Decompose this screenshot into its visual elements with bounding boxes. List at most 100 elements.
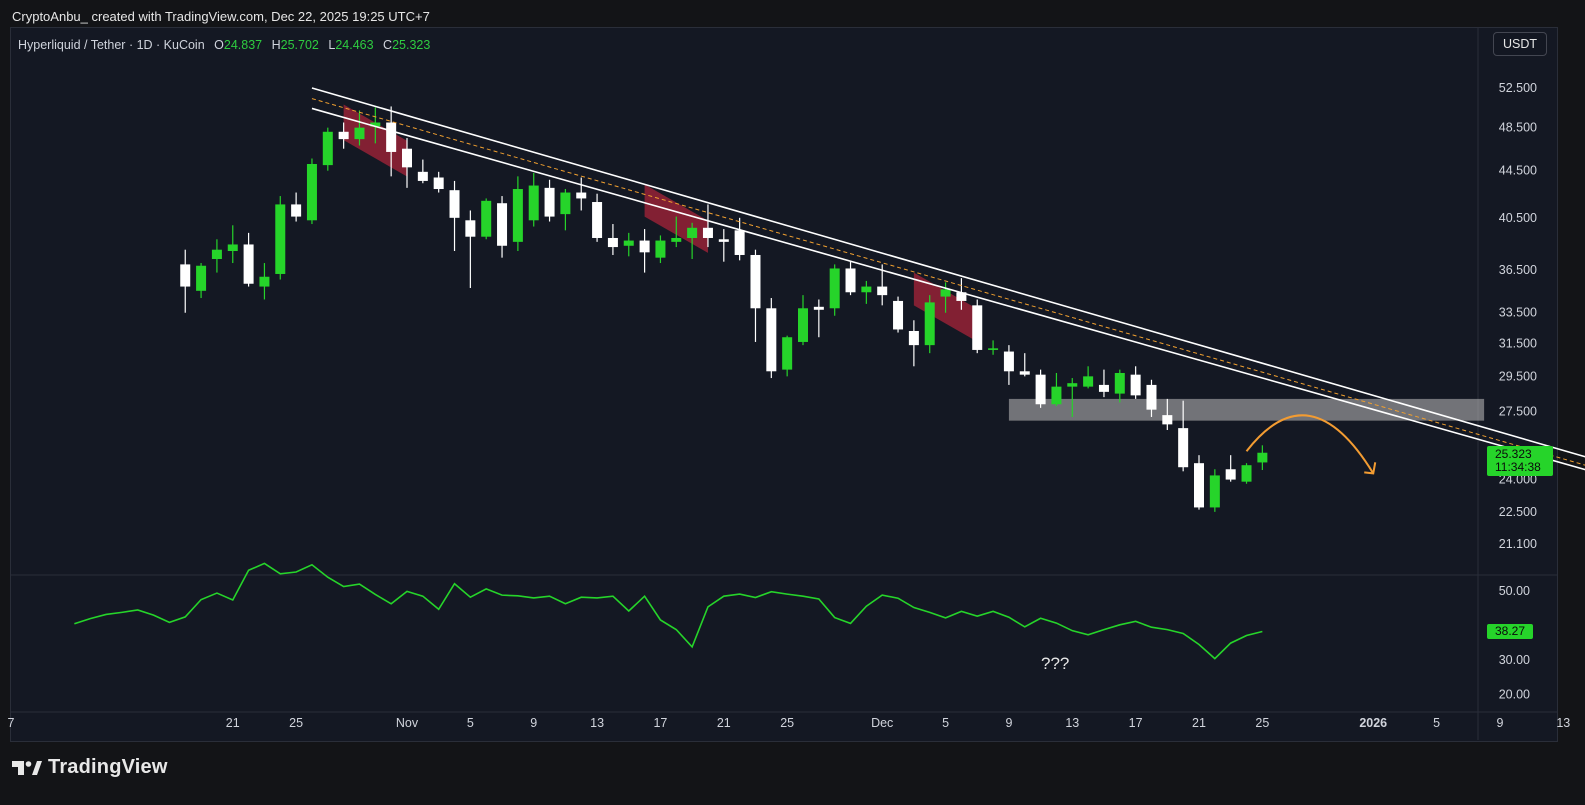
candle-body [196, 265, 207, 291]
candle-body [623, 240, 634, 246]
candle-body [322, 131, 333, 166]
time-tick-label: 25 [780, 716, 794, 730]
candle-body [1067, 383, 1078, 387]
time-tick-label: 5 [467, 716, 474, 730]
time-tick-label: 5 [1433, 716, 1440, 730]
open-value: 24.837 [223, 38, 263, 52]
price-tick-label: 36.500 [1499, 263, 1537, 277]
candle-body [687, 227, 698, 238]
candle-body [1194, 463, 1204, 508]
time-tick-label: Nov [396, 716, 419, 730]
candle-body [734, 230, 745, 255]
currency-button[interactable]: USDT [1493, 32, 1547, 56]
price-tick-label: 44.500 [1499, 164, 1537, 178]
candle-body [1257, 452, 1268, 463]
time-tick-label: 17 [1129, 716, 1143, 730]
close-value: 25.323 [392, 38, 431, 52]
time-tick-label: 13 [1556, 716, 1570, 730]
candle-body [1146, 384, 1157, 410]
candle-body [782, 337, 793, 370]
candle-body [1019, 371, 1030, 375]
candle-body [560, 192, 571, 215]
time-tick-label: 2026 [1359, 716, 1387, 730]
time-tick-label: 21 [717, 716, 731, 730]
price-tick-label: 40.500 [1499, 211, 1537, 225]
candle-body [576, 192, 587, 199]
candle-body [386, 122, 397, 152]
price-tick-label: 52.500 [1499, 81, 1537, 95]
candle-body [908, 330, 919, 346]
candle-body [1178, 428, 1189, 468]
candle [829, 264, 840, 316]
candle-body [845, 268, 856, 293]
candle-body [275, 204, 286, 274]
low-value: 24.463 [335, 38, 374, 52]
candle-body [1051, 386, 1062, 405]
rsi-value-badge: 38.27 [1487, 624, 1533, 639]
candle-body [433, 177, 444, 190]
candle [1241, 463, 1252, 484]
candle-body [893, 300, 904, 330]
candle-body [607, 237, 618, 248]
price-tick-label: 21.100 [1499, 537, 1537, 551]
annotation-question-marks: ??? [1041, 654, 1070, 673]
candle [275, 196, 286, 280]
rsi-tick-label: 50.00 [1499, 584, 1530, 598]
time-tick-label: 17 [653, 716, 667, 730]
time-tick-label: 13 [1065, 716, 1079, 730]
resistance-box [1008, 398, 1485, 421]
candle-body [766, 308, 777, 372]
candle-body [1083, 376, 1094, 387]
candle [322, 127, 333, 171]
candle-body [1209, 475, 1220, 508]
candle-body [528, 185, 539, 221]
symbol-legend: Hyperliquid / Tether · 1D · KuCoin O24.8… [18, 38, 430, 52]
time-tick-label: 21 [1192, 716, 1206, 730]
candle-body [1114, 372, 1125, 394]
tradingview-brand[interactable]: TradingView [12, 756, 168, 779]
candle-body [1162, 415, 1173, 425]
candle-body [449, 190, 460, 218]
candle-body [639, 240, 650, 253]
brand-name: TradingView [48, 756, 168, 778]
price-tick-label: 27.500 [1499, 404, 1537, 418]
time-tick-label: Dec [871, 716, 893, 730]
candle-body [702, 227, 713, 238]
candle-body [544, 187, 555, 217]
candle-body [1035, 374, 1046, 405]
price-pane [11, 28, 1478, 574]
candle-body [1130, 374, 1141, 396]
time-tick-label: 7 [8, 716, 15, 730]
candle-body [338, 131, 349, 140]
candle-body [829, 268, 840, 309]
close-label: C [383, 38, 393, 52]
price-tick-label: 48.500 [1499, 121, 1537, 135]
candle-body [211, 249, 222, 259]
candle-body [718, 239, 729, 242]
candle [1209, 469, 1220, 512]
time-tick-label: 13 [590, 716, 604, 730]
candle-body [1003, 351, 1014, 372]
price-tick-label: 22.500 [1499, 505, 1537, 519]
rsi-tick-label: 20.00 [1499, 688, 1530, 702]
candle-body [798, 308, 808, 342]
candle-body [512, 189, 523, 242]
candle-body [861, 286, 872, 293]
time-tick-label: 25 [1255, 716, 1269, 730]
candle-body [354, 127, 365, 140]
candle [1194, 455, 1204, 510]
candle-body [988, 348, 999, 350]
time-tick-label: 21 [226, 716, 240, 730]
candle-body [1241, 465, 1252, 482]
candle-body [750, 254, 761, 309]
tradingview-logo-icon [12, 760, 42, 775]
candle-body [243, 244, 254, 284]
candle [1035, 369, 1046, 408]
candle-body [402, 148, 412, 168]
candle [972, 299, 983, 354]
rsi-tick-label: 30.00 [1499, 653, 1530, 667]
candle-body [481, 200, 492, 237]
candle [481, 198, 492, 240]
chart-svg[interactable]: 52.500 48.500 44.500 40.500 36.500 33.500 31.5… [0, 0, 1585, 805]
high-label: H [271, 38, 281, 52]
